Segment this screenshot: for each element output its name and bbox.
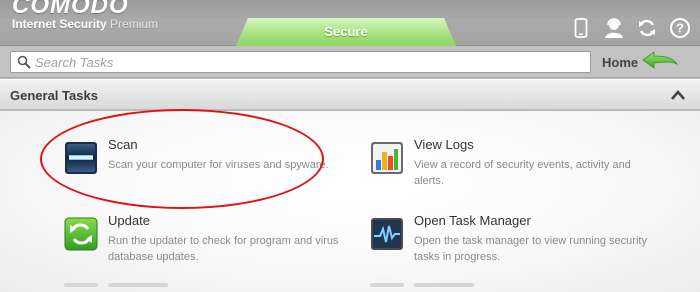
home-label: Home <box>602 54 639 70</box>
refresh-icon[interactable] <box>635 16 659 40</box>
title-bar: COMODO Internet Security Premium Secure <box>0 0 700 46</box>
svg-text:?: ? <box>676 21 684 36</box>
section-title: General Tasks <box>10 88 98 103</box>
task-manager-icon <box>370 217 404 251</box>
task-description: Open the task manager to view running se… <box>414 235 647 263</box>
help-icon[interactable]: ? <box>668 16 692 40</box>
product-name: Internet Security Premium <box>12 17 158 31</box>
support-icon[interactable] <box>602 16 626 40</box>
top-toolbar: ? <box>569 16 692 40</box>
scan-icon <box>64 141 98 175</box>
search-bar: Home <box>0 46 700 78</box>
home-arrow-icon <box>642 50 679 74</box>
home-button[interactable]: Home <box>602 50 694 74</box>
task-view-logs[interactable]: View Logs View a record of security even… <box>370 137 660 207</box>
tasks-panel: Scan Scan your computer for viruses and … <box>0 111 700 292</box>
section-header: General Tasks <box>0 79 700 110</box>
view-logs-icon <box>370 141 404 175</box>
task-description: Run the updater to check for program and… <box>108 235 339 263</box>
widget-phone-icon[interactable] <box>569 16 593 40</box>
search-box[interactable] <box>10 51 591 73</box>
collapse-chevron-up-icon[interactable] <box>670 88 686 102</box>
task-name: Open Task Manager <box>414 213 531 228</box>
status-tab-secure[interactable]: Secure <box>236 18 456 46</box>
search-input[interactable] <box>33 54 573 70</box>
task-description: View a record of security events, activi… <box>414 159 631 187</box>
task-name: Update <box>108 213 150 228</box>
task-scan[interactable]: Scan Scan your computer for viruses and … <box>64 137 354 207</box>
task-description: Scan your computer for viruses and spywa… <box>108 159 329 171</box>
product-name-main: Internet Security <box>12 17 107 31</box>
task-update[interactable]: Update Run the updater to check for prog… <box>64 213 354 283</box>
product-edition: Premium <box>110 17 159 31</box>
task-name: Scan <box>108 137 138 152</box>
task-name: View Logs <box>414 137 474 152</box>
search-icon <box>15 53 33 71</box>
update-icon <box>64 217 98 251</box>
task-open-task-manager[interactable]: Open Task Manager Open the task manager … <box>370 213 660 283</box>
